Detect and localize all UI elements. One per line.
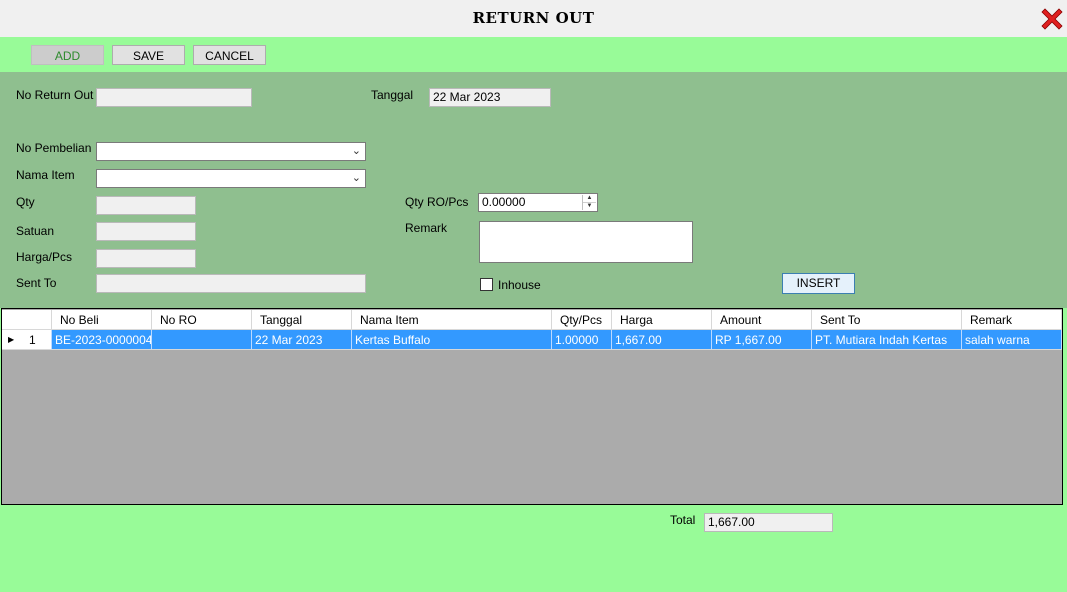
no-pembelian-select[interactable]: ⌄ [96, 142, 366, 161]
qty-ro-pcs-label: Qty RO/Pcs [405, 195, 469, 209]
cell-qty-pcs[interactable]: 1.00000 [552, 330, 612, 350]
cell-no-ro[interactable] [152, 330, 252, 350]
satuan-field[interactable] [96, 222, 196, 241]
cell-nama-item[interactable]: Kertas Buffalo [352, 330, 552, 350]
harga-pcs-field[interactable] [96, 249, 196, 268]
total-label: Total [670, 513, 696, 527]
row-pointer-icon: ▶ [8, 335, 15, 344]
inhouse-checkbox[interactable] [480, 278, 493, 291]
qty-ro-pcs-stepper[interactable]: 0.00000 ▲ ▼ [478, 193, 598, 212]
add-button[interactable]: ADD [31, 45, 104, 65]
items-grid[interactable]: No Beli No RO Tanggal Nama Item Qty/Pcs … [1, 308, 1063, 505]
column-header[interactable]: Harga [612, 310, 712, 330]
spin-up-icon[interactable]: ▲ [583, 195, 596, 203]
harga-pcs-label: Harga/Pcs [16, 250, 73, 264]
title-bar: RETURN OUT [0, 0, 1067, 37]
table-row[interactable]: ▶ 1 BE-2023-0000004 22 Mar 2023 Kertas B… [2, 330, 1062, 350]
footer-panel: Total 1,667.00 [0, 505, 1067, 592]
cell-amount[interactable]: RP 1,667.00 [712, 330, 812, 350]
cell-tanggal[interactable]: 22 Mar 2023 [252, 330, 352, 350]
column-header[interactable]: No Beli [52, 310, 152, 330]
sent-to-field[interactable] [96, 274, 366, 293]
remark-textarea[interactable] [479, 221, 693, 263]
qty-ro-pcs-value: 0.00000 [482, 195, 526, 209]
column-header[interactable]: Sent To [812, 310, 962, 330]
column-header[interactable]: Nama Item [352, 310, 552, 330]
qty-label: Qty [16, 195, 35, 209]
nama-item-label: Nama Item [16, 168, 75, 182]
tanggal-label: Tanggal [371, 88, 414, 102]
spinner-buttons[interactable]: ▲ ▼ [582, 195, 596, 210]
sent-to-label: Sent To [16, 276, 57, 290]
no-return-out-field[interactable] [96, 88, 252, 107]
grid-header-row: No Beli No RO Tanggal Nama Item Qty/Pcs … [2, 310, 1062, 330]
no-pembelian-label: No Pembelian [16, 141, 92, 155]
column-header[interactable]: No RO [152, 310, 252, 330]
window-title: RETURN OUT [472, 9, 595, 27]
column-header[interactable]: Tanggal [252, 310, 352, 330]
form-panel: No Return Out Tanggal 22 Mar 2023 No Pem… [0, 72, 1067, 308]
cell-remark[interactable]: salah warna [962, 330, 1062, 350]
chevron-down-icon[interactable]: ⌄ [352, 170, 361, 187]
insert-button[interactable]: INSERT [782, 273, 855, 294]
column-header[interactable]: Amount [712, 310, 812, 330]
nama-item-select[interactable]: ⌄ [96, 169, 366, 188]
total-field[interactable]: 1,667.00 [704, 513, 833, 532]
no-return-out-label: No Return Out [16, 88, 94, 102]
cell-no-beli[interactable]: BE-2023-0000004 [52, 330, 152, 350]
row-number: 1 [29, 333, 36, 347]
chevron-down-icon[interactable]: ⌄ [352, 143, 361, 160]
cell-harga[interactable]: 1,667.00 [612, 330, 712, 350]
inhouse-label: Inhouse [498, 278, 541, 292]
toolbar: ADD SAVE CANCEL [0, 37, 1067, 72]
row-header[interactable]: ▶ 1 [2, 330, 52, 350]
tanggal-field[interactable]: 22 Mar 2023 [429, 88, 551, 107]
remark-label: Remark [405, 221, 448, 235]
column-header[interactable]: Qty/Pcs [552, 310, 612, 330]
column-header[interactable]: Remark [962, 310, 1062, 330]
satuan-label: Satuan [16, 224, 55, 238]
qty-field[interactable] [96, 196, 196, 215]
close-icon[interactable] [1038, 5, 1066, 33]
cell-sent-to[interactable]: PT. Mutiara Indah Kertas [812, 330, 962, 350]
row-header-corner [2, 310, 52, 330]
save-button[interactable]: SAVE [112, 45, 185, 65]
cancel-button[interactable]: CANCEL [193, 45, 266, 65]
spin-down-icon[interactable]: ▼ [583, 203, 596, 210]
